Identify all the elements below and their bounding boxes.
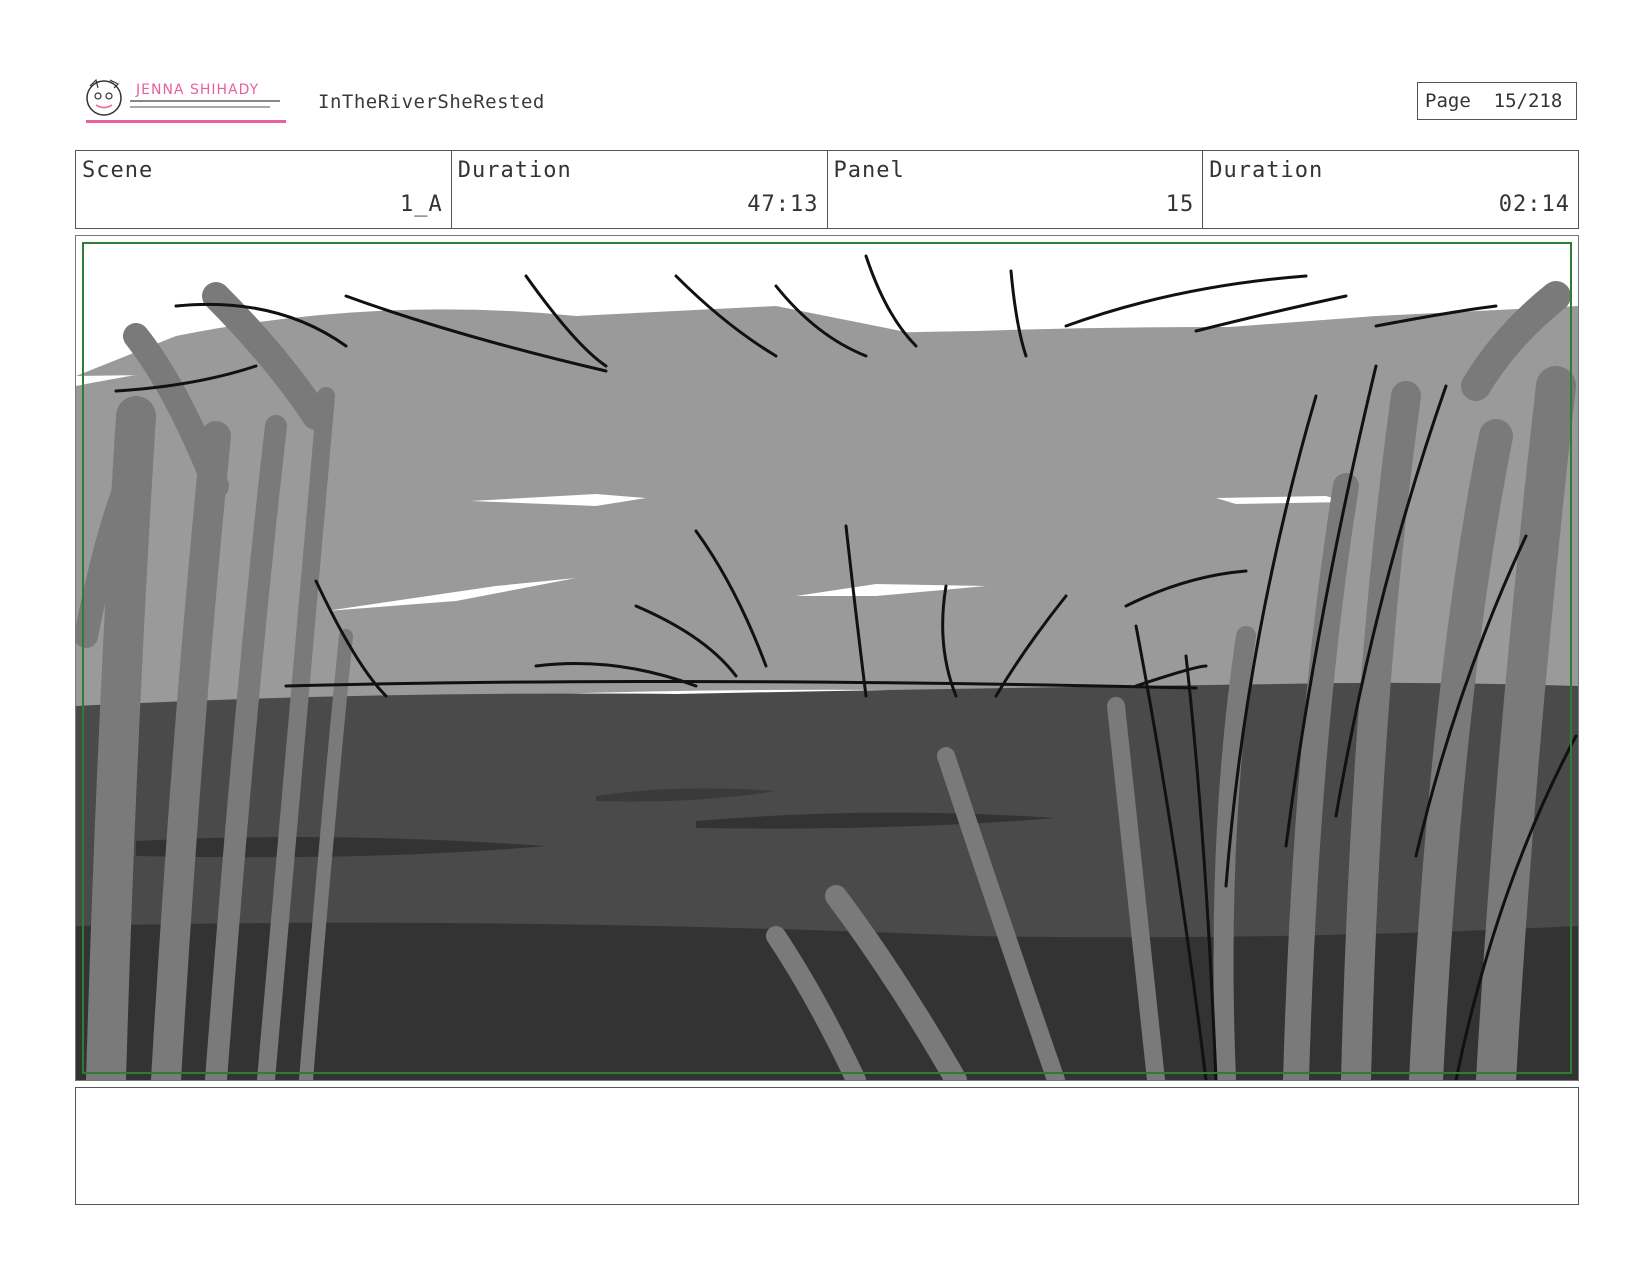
panel-label: Panel (833, 158, 905, 183)
scene-cell: Scene 1_A (76, 151, 452, 228)
panel-notes[interactable] (75, 1087, 1579, 1205)
scene-info-row: Scene 1_A Duration 47:13 Panel 15 Durati… (75, 150, 1579, 229)
panel-value: 15 (1165, 192, 1195, 217)
scene-duration-value: 47:13 (747, 192, 819, 217)
panel-cell: Panel 15 (828, 151, 1204, 228)
studio-logo: JENNA SHIHADY (84, 76, 290, 126)
project-title: InTheRiverSheRested (318, 91, 545, 113)
panel-duration-cell: Duration 02:14 (1203, 151, 1578, 228)
panel-duration-label: Duration (1209, 158, 1324, 183)
scene-duration-label: Duration (457, 158, 572, 183)
panel-duration-value: 02:14 (1498, 192, 1570, 217)
page-label: Page (1425, 90, 1471, 112)
scene-value: 1_A (400, 192, 443, 217)
page-number: 15/218 (1493, 90, 1563, 112)
scene-duration-cell: Duration 47:13 (452, 151, 828, 228)
page-indicator: Page 15/218 (1417, 82, 1577, 120)
panel-artwork (76, 236, 1578, 1080)
logo-text: JENNA SHIHADY (135, 82, 259, 98)
scene-label: Scene (82, 158, 154, 183)
storyboard-panel (75, 235, 1579, 1081)
